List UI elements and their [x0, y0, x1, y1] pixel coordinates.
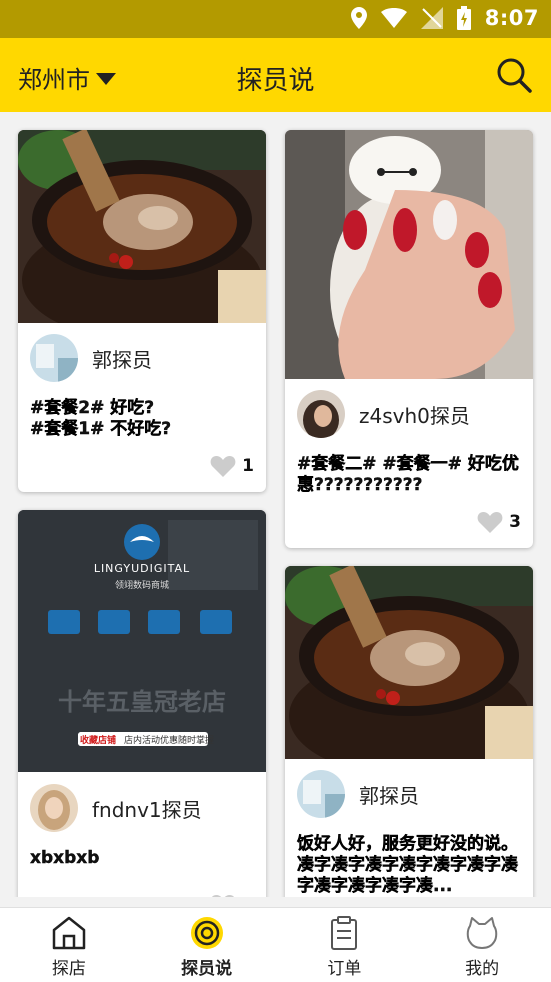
- heart-icon: [477, 512, 503, 533]
- tab-explore-shop[interactable]: 探店: [0, 908, 138, 982]
- post-card[interactable]: LINGYUDIGITAL 领翊数码商城 十年五皇冠老店 收藏店铺 店内活动优惠…: [18, 510, 266, 897]
- tab-label: 探店: [51, 959, 86, 979]
- post-image-food: [18, 130, 266, 323]
- author-name: fndnv1探员: [92, 797, 202, 822]
- avatar: [297, 770, 345, 818]
- tab-profile[interactable]: 我的: [413, 908, 551, 982]
- avatar: [297, 390, 345, 438]
- post-author[interactable]: fndnv1探员: [30, 784, 202, 832]
- location-icon: [350, 7, 367, 29]
- bottom-nav: 探店 探员说 订单 我的: [0, 907, 551, 982]
- like-button[interactable]: 3: [210, 894, 254, 897]
- target-icon: [190, 917, 223, 949]
- author-name: 郭探员: [359, 783, 419, 808]
- app-bar: 探员说 郑州市: [0, 38, 551, 112]
- author-name: 郭探员: [92, 347, 152, 372]
- city-label: 郑州市: [18, 66, 90, 94]
- like-button[interactable]: 1: [210, 455, 254, 477]
- tab-label: 探员说: [181, 959, 233, 979]
- post-text: xbxbxb: [30, 848, 100, 868]
- post-card[interactable]: 郭探员 #套餐2# 好吃? #套餐1# 不好吃? 1: [18, 130, 266, 492]
- promo-brand: LINGYUDIGITAL: [93, 562, 191, 575]
- like-button[interactable]: 3: [477, 511, 521, 533]
- clipboard-icon: [331, 916, 358, 950]
- avatar: [30, 334, 78, 382]
- tab-scout-says[interactable]: 探员说: [138, 908, 276, 982]
- like-count: 3: [242, 895, 254, 897]
- post-author[interactable]: 郭探员: [297, 770, 419, 818]
- wifi-icon: [380, 8, 407, 28]
- search-icon[interactable]: [495, 56, 533, 94]
- dropdown-triangle-icon: [96, 72, 116, 85]
- post-text: #套餐二# #套餐一# 好吃优惠???????????: [297, 454, 519, 495]
- post-author[interactable]: 郭探员: [30, 334, 152, 382]
- post-author[interactable]: z4svh0探员: [297, 390, 470, 438]
- author-name: z4svh0探员: [359, 403, 470, 428]
- post-image-baymax-hand: [285, 130, 533, 379]
- post-image-food: [285, 566, 533, 759]
- post-feed[interactable]: 郭探员 #套餐2# 好吃? #套餐1# 不好吃? 1 z4svh0探员 #套餐二…: [0, 112, 551, 897]
- post-text: 饭好人好，服务更好没的说。凑字凑字凑字凑字凑字凑字凑字凑字凑字凑字凑...: [297, 834, 518, 896]
- post-text: #套餐2# 好吃? #套餐1# 不好吃?: [30, 398, 172, 439]
- post-card[interactable]: z4svh0探员 #套餐二# #套餐一# 好吃优惠??????????? 3: [285, 130, 533, 548]
- post-card[interactable]: 郭探员 饭好人好，服务更好没的说。凑字凑字凑字凑字凑字凑字凑字凑字凑字凑字凑..…: [285, 566, 533, 897]
- status-bar: 8:07: [0, 0, 551, 38]
- tab-orders[interactable]: 订单: [276, 908, 414, 982]
- battery-icon: [456, 6, 471, 30]
- avatar: [30, 784, 78, 832]
- like-count: 3: [509, 512, 521, 532]
- promo-slogan: 十年五皇冠老店: [58, 688, 226, 716]
- tab-label: 订单: [327, 959, 362, 979]
- heart-icon: [212, 895, 235, 897]
- no-signal-icon: [420, 7, 443, 29]
- shop-icon: [52, 916, 86, 950]
- promo-badge-right: 店内活动优惠随时掌握: [124, 736, 215, 746]
- heart-icon: [210, 456, 236, 477]
- promo-badge-left: 收藏店铺: [80, 736, 117, 746]
- status-time: 8:07: [484, 6, 539, 30]
- promo-sub: 领翊数码商城: [114, 581, 169, 591]
- tab-label: 我的: [465, 959, 500, 979]
- post-image-promo: LINGYUDIGITAL 领翊数码商城 十年五皇冠老店 收藏店铺 店内活动优惠…: [18, 510, 266, 772]
- city-selector[interactable]: 郑州市: [18, 60, 116, 95]
- like-count: 1: [242, 456, 254, 476]
- profile-cat-icon: [466, 917, 498, 949]
